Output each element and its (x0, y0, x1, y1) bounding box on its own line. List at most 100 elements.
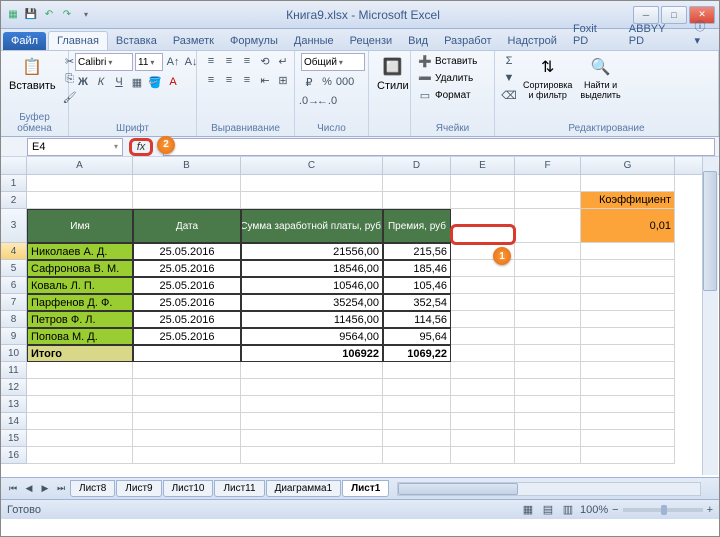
cell[interactable] (451, 430, 515, 447)
format-cells-label[interactable]: Формат (435, 90, 471, 101)
italic-icon[interactable]: К (93, 74, 109, 90)
col-header-F[interactable]: F (515, 157, 581, 174)
cell[interactable] (383, 379, 451, 396)
cell[interactable] (241, 175, 383, 192)
cell[interactable] (133, 379, 241, 396)
cell[interactable] (515, 447, 581, 464)
currency-icon[interactable]: ₽ (301, 74, 317, 90)
col-header-B[interactable]: B (133, 157, 241, 174)
cell[interactable] (515, 243, 581, 260)
formula-bar[interactable] (163, 138, 715, 156)
align-bottom-icon[interactable]: ≡ (239, 53, 255, 69)
percent-icon[interactable]: % (319, 74, 335, 90)
cell[interactable] (241, 430, 383, 447)
cell-date[interactable]: 25.05.2016 (133, 311, 241, 328)
cell[interactable] (27, 413, 133, 430)
col-header-E[interactable]: E (451, 157, 515, 174)
horizontal-scrollbar[interactable] (397, 482, 701, 496)
cell[interactable] (133, 192, 241, 209)
font-name-select[interactable]: Calibri (75, 53, 133, 71)
align-middle-icon[interactable]: ≡ (221, 53, 237, 69)
cell[interactable] (515, 277, 581, 294)
delete-cells-label[interactable]: Удалить (435, 73, 473, 84)
cell-sum[interactable]: 10546,00 (241, 277, 383, 294)
cell[interactable] (241, 379, 383, 396)
cell-sum[interactable]: 11456,00 (241, 311, 383, 328)
hscroll-thumb[interactable] (398, 483, 518, 495)
col-header-D[interactable]: D (383, 157, 451, 174)
cell[interactable] (581, 447, 675, 464)
cell[interactable] (515, 413, 581, 430)
tab-data[interactable]: Данные (286, 32, 342, 50)
cell-name[interactable]: Сафронова В. М. (27, 260, 133, 277)
zoom-slider[interactable] (623, 508, 703, 512)
row-header[interactable]: 8 (1, 311, 27, 328)
insert-cells-label[interactable]: Вставить (435, 56, 477, 67)
cell[interactable] (451, 209, 515, 243)
fill-color-icon[interactable]: 🪣 (147, 74, 163, 90)
view-layout-icon[interactable]: ▤ (540, 502, 556, 518)
view-break-icon[interactable]: ▥ (560, 502, 576, 518)
cell-bonus[interactable]: 95,64 (383, 328, 451, 345)
cell-name[interactable]: Парфенов Д. Ф. (27, 294, 133, 311)
cell-date[interactable]: 25.05.2016 (133, 243, 241, 260)
cell[interactable] (451, 192, 515, 209)
cell[interactable] (515, 294, 581, 311)
tab-foxit[interactable]: Foxit PD (565, 20, 621, 50)
border-icon[interactable]: ▦ (129, 74, 145, 90)
cell[interactable] (581, 430, 675, 447)
cell[interactable] (383, 362, 451, 379)
tab-file[interactable]: Файл (3, 32, 46, 50)
col-header-C[interactable]: C (241, 157, 383, 174)
cell[interactable] (515, 362, 581, 379)
cell-total-label[interactable]: Итого (27, 345, 133, 362)
cell[interactable] (133, 396, 241, 413)
cell-coef-value[interactable]: 0,01 (581, 209, 675, 243)
cell-sum[interactable]: 9564,00 (241, 328, 383, 345)
row-header[interactable]: 4 (1, 243, 27, 260)
row-header[interactable]: 14 (1, 413, 27, 430)
orientation-icon[interactable]: ⟲ (257, 53, 273, 69)
cell[interactable] (241, 396, 383, 413)
cell[interactable] (581, 396, 675, 413)
cell[interactable] (581, 413, 675, 430)
zoom-slider-thumb[interactable] (661, 505, 667, 515)
cell[interactable] (27, 362, 133, 379)
row-header[interactable]: 9 (1, 328, 27, 345)
cell[interactable] (451, 447, 515, 464)
sheet-nav-last-icon[interactable]: ⏭ (53, 481, 69, 497)
cell[interactable] (515, 192, 581, 209)
cell-sum[interactable]: 21556,00 (241, 243, 383, 260)
row-header[interactable]: 7 (1, 294, 27, 311)
cell[interactable] (383, 430, 451, 447)
tab-developer[interactable]: Разработ (436, 32, 499, 50)
cell[interactable] (581, 379, 675, 396)
font-color-icon[interactable]: A (165, 74, 181, 90)
cell-name[interactable]: Попова М. Д. (27, 328, 133, 345)
cell[interactable] (27, 175, 133, 192)
sheet-nav-first-icon[interactable]: ⏮ (5, 481, 21, 497)
underline-icon[interactable]: Ч (111, 74, 127, 90)
row-header[interactable]: 6 (1, 277, 27, 294)
qat-dropdown-icon[interactable] (77, 7, 93, 23)
cell-sum[interactable]: 18546,00 (241, 260, 383, 277)
cell[interactable] (581, 260, 675, 277)
font-size-select[interactable]: 11 (135, 53, 163, 71)
cell[interactable] (451, 175, 515, 192)
comma-icon[interactable]: 000 (337, 74, 353, 90)
vscroll-thumb[interactable] (703, 171, 717, 291)
align-right-icon[interactable]: ≡ (239, 72, 255, 88)
cell[interactable] (451, 345, 515, 362)
cell[interactable] (515, 175, 581, 192)
sheet-tab[interactable]: Лист10 (163, 480, 214, 497)
cell[interactable] (451, 328, 515, 345)
cell[interactable] (241, 447, 383, 464)
cell[interactable] (451, 379, 515, 396)
cell-total-bonus[interactable]: 1069,22 (383, 345, 451, 362)
align-top-icon[interactable]: ≡ (203, 53, 219, 69)
cell[interactable] (27, 192, 133, 209)
cell-sum[interactable]: 35254,00 (241, 294, 383, 311)
dec-decimal-icon[interactable]: ←.0 (319, 93, 335, 109)
tab-addins[interactable]: Надстрой (500, 32, 565, 50)
cell[interactable] (581, 175, 675, 192)
